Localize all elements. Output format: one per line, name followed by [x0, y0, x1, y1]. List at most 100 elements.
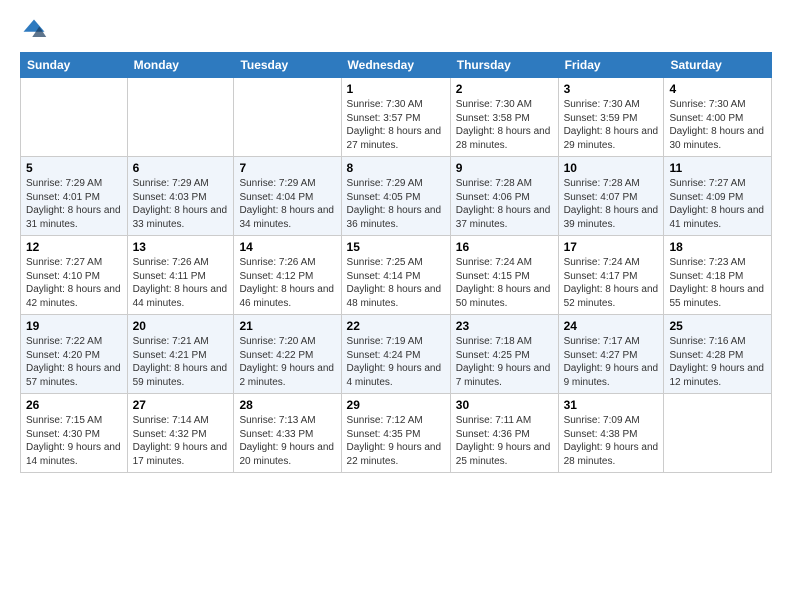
- calendar-cell: 16 Sunrise: 7:24 AM Sunset: 4:15 PM Dayli…: [450, 236, 558, 315]
- calendar-table: SundayMondayTuesdayWednesdayThursdayFrid…: [20, 52, 772, 473]
- day-number: 22: [347, 319, 445, 333]
- day-info: Sunrise: 7:24 AM Sunset: 4:17 PM Dayligh…: [564, 256, 659, 310]
- day-info: Sunrise: 7:12 AM Sunset: 4:35 PM Dayligh…: [347, 414, 445, 468]
- calendar-cell: 9Sunrise: 7:28 AM Sunset: 4:06 PM Daylig…: [450, 157, 558, 236]
- weekday-header: Wednesday: [341, 53, 450, 78]
- day-info: Sunrise: 7:16 AM Sunset: 4:28 PM Dayligh…: [669, 335, 766, 389]
- day-number: 26: [26, 398, 122, 412]
- day-number: 2: [456, 82, 553, 96]
- day-number: 10: [564, 161, 659, 175]
- day-info: Sunrise: 7:30 AM Sunset: 4:00 PM Dayligh…: [669, 98, 766, 152]
- calendar-cell: 4 Sunrise: 7:30 AM Sunset: 4:00 PM Daylig…: [664, 78, 772, 157]
- day-number: 4: [669, 82, 766, 96]
- weekday-header: Sunday: [21, 53, 128, 78]
- day-number: 19: [26, 319, 122, 333]
- page: SundayMondayTuesdayWednesdayThursdayFrid…: [0, 0, 792, 612]
- calendar-cell: 6 Sunrise: 7:29 AM Sunset: 4:03 PM Daylig…: [127, 157, 234, 236]
- day-number: 21: [239, 319, 335, 333]
- day-number: 25: [669, 319, 766, 333]
- day-info: Sunrise: 7:20 AM Sunset: 4:22 PM Dayligh…: [239, 335, 335, 389]
- day-number: 31: [564, 398, 659, 412]
- calendar-cell: 17 Sunrise: 7:24 AM Sunset: 4:17 PM Dayli…: [558, 236, 664, 315]
- calendar-cell: 13 Sunrise: 7:26 AM Sunset: 4:11 PM Dayli…: [127, 236, 234, 315]
- day-info: Sunrise: 7:21 AM Sunset: 4:21 PM Dayligh…: [133, 335, 229, 389]
- day-info: Sunrise: 7:30 AM Sunset: 3:59 PM Dayligh…: [564, 98, 659, 152]
- day-info: Sunrise: 7:29 AM Sunset: 4:03 PM Dayligh…: [133, 177, 229, 231]
- logo-icon: [20, 16, 48, 44]
- day-number: 6: [133, 161, 229, 175]
- calendar-cell: 30Sunrise: 7:11 AM Sunset: 4:36 PM Dayli…: [450, 394, 558, 473]
- weekday-header: Tuesday: [234, 53, 341, 78]
- calendar-cell: 20 Sunrise: 7:21 AM Sunset: 4:21 PM Dayli…: [127, 315, 234, 394]
- day-number: 7: [239, 161, 335, 175]
- day-info: Sunrise: 7:11 AM Sunset: 4:36 PM Dayligh…: [456, 414, 553, 468]
- day-info: Sunrise: 7:14 AM Sunset: 4:32 PM Dayligh…: [133, 414, 229, 468]
- day-info: Sunrise: 7:29 AM Sunset: 4:01 PM Dayligh…: [26, 177, 122, 231]
- calendar-cell: 27 Sunrise: 7:14 AM Sunset: 4:32 PM Dayli…: [127, 394, 234, 473]
- calendar-cell: 2Sunrise: 7:30 AM Sunset: 3:58 PM Daylig…: [450, 78, 558, 157]
- calendar-cell: 19 Sunrise: 7:22 AM Sunset: 4:20 PM Dayli…: [21, 315, 128, 394]
- day-info: Sunrise: 7:27 AM Sunset: 4:10 PM Dayligh…: [26, 256, 122, 310]
- header: [20, 16, 772, 44]
- weekday-header: Monday: [127, 53, 234, 78]
- day-info: Sunrise: 7:19 AM Sunset: 4:24 PM Dayligh…: [347, 335, 445, 389]
- day-info: Sunrise: 7:29 AM Sunset: 4:05 PM Dayligh…: [347, 177, 445, 231]
- weekday-header: Thursday: [450, 53, 558, 78]
- day-number: 11: [669, 161, 766, 175]
- day-info: Sunrise: 7:24 AM Sunset: 4:15 PM Dayligh…: [456, 256, 553, 310]
- calendar-cell: 18Sunrise: 7:23 AM Sunset: 4:18 PM Dayli…: [664, 236, 772, 315]
- day-number: 27: [133, 398, 229, 412]
- day-number: 18: [669, 240, 766, 254]
- calendar-cell: 24Sunrise: 7:17 AM Sunset: 4:27 PM Dayli…: [558, 315, 664, 394]
- calendar-cell: [127, 78, 234, 157]
- day-info: Sunrise: 7:22 AM Sunset: 4:20 PM Dayligh…: [26, 335, 122, 389]
- day-info: Sunrise: 7:13 AM Sunset: 4:33 PM Dayligh…: [239, 414, 335, 468]
- calendar-cell: 31 Sunrise: 7:09 AM Sunset: 4:38 PM Dayli…: [558, 394, 664, 473]
- day-info: Sunrise: 7:09 AM Sunset: 4:38 PM Dayligh…: [564, 414, 659, 468]
- day-info: Sunrise: 7:17 AM Sunset: 4:27 PM Dayligh…: [564, 335, 659, 389]
- calendar-week-row: 12Sunrise: 7:27 AM Sunset: 4:10 PM Dayli…: [21, 236, 772, 315]
- day-number: 3: [564, 82, 659, 96]
- day-info: Sunrise: 7:27 AM Sunset: 4:09 PM Dayligh…: [669, 177, 766, 231]
- calendar-cell: 15 Sunrise: 7:25 AM Sunset: 4:14 PM Dayli…: [341, 236, 450, 315]
- day-number: 28: [239, 398, 335, 412]
- calendar-week-row: 1 Sunrise: 7:30 AM Sunset: 3:57 PM Daylig…: [21, 78, 772, 157]
- calendar-week-row: 26 Sunrise: 7:15 AM Sunset: 4:30 PM Dayli…: [21, 394, 772, 473]
- weekday-header-row: SundayMondayTuesdayWednesdayThursdayFrid…: [21, 53, 772, 78]
- calendar-week-row: 19 Sunrise: 7:22 AM Sunset: 4:20 PM Dayli…: [21, 315, 772, 394]
- day-number: 14: [239, 240, 335, 254]
- calendar-cell: 8 Sunrise: 7:29 AM Sunset: 4:05 PM Daylig…: [341, 157, 450, 236]
- calendar-cell: [234, 78, 341, 157]
- day-info: Sunrise: 7:15 AM Sunset: 4:30 PM Dayligh…: [26, 414, 122, 468]
- day-number: 16: [456, 240, 553, 254]
- day-number: 17: [564, 240, 659, 254]
- weekday-header: Saturday: [664, 53, 772, 78]
- day-number: 1: [347, 82, 445, 96]
- day-info: Sunrise: 7:26 AM Sunset: 4:12 PM Dayligh…: [239, 256, 335, 310]
- day-number: 23: [456, 319, 553, 333]
- day-info: Sunrise: 7:18 AM Sunset: 4:25 PM Dayligh…: [456, 335, 553, 389]
- calendar-cell: [664, 394, 772, 473]
- calendar-cell: 21 Sunrise: 7:20 AM Sunset: 4:22 PM Dayli…: [234, 315, 341, 394]
- day-info: Sunrise: 7:28 AM Sunset: 4:06 PM Dayligh…: [456, 177, 553, 231]
- calendar-cell: 1 Sunrise: 7:30 AM Sunset: 3:57 PM Daylig…: [341, 78, 450, 157]
- day-number: 15: [347, 240, 445, 254]
- calendar-week-row: 5Sunrise: 7:29 AM Sunset: 4:01 PM Daylig…: [21, 157, 772, 236]
- day-number: 13: [133, 240, 229, 254]
- day-info: Sunrise: 7:28 AM Sunset: 4:07 PM Dayligh…: [564, 177, 659, 231]
- calendar-cell: 22 Sunrise: 7:19 AM Sunset: 4:24 PM Dayli…: [341, 315, 450, 394]
- calendar-cell: 25 Sunrise: 7:16 AM Sunset: 4:28 PM Dayli…: [664, 315, 772, 394]
- day-number: 8: [347, 161, 445, 175]
- day-info: Sunrise: 7:26 AM Sunset: 4:11 PM Dayligh…: [133, 256, 229, 310]
- calendar-cell: 26 Sunrise: 7:15 AM Sunset: 4:30 PM Dayli…: [21, 394, 128, 473]
- calendar-cell: 23 Sunrise: 7:18 AM Sunset: 4:25 PM Dayli…: [450, 315, 558, 394]
- day-info: Sunrise: 7:25 AM Sunset: 4:14 PM Dayligh…: [347, 256, 445, 310]
- day-number: 20: [133, 319, 229, 333]
- calendar-cell: 11 Sunrise: 7:27 AM Sunset: 4:09 PM Dayli…: [664, 157, 772, 236]
- day-info: Sunrise: 7:30 AM Sunset: 3:57 PM Dayligh…: [347, 98, 445, 152]
- calendar-cell: 7 Sunrise: 7:29 AM Sunset: 4:04 PM Daylig…: [234, 157, 341, 236]
- calendar-cell: 12Sunrise: 7:27 AM Sunset: 4:10 PM Dayli…: [21, 236, 128, 315]
- calendar-cell: 3 Sunrise: 7:30 AM Sunset: 3:59 PM Daylig…: [558, 78, 664, 157]
- day-info: Sunrise: 7:29 AM Sunset: 4:04 PM Dayligh…: [239, 177, 335, 231]
- calendar-cell: 28 Sunrise: 7:13 AM Sunset: 4:33 PM Dayli…: [234, 394, 341, 473]
